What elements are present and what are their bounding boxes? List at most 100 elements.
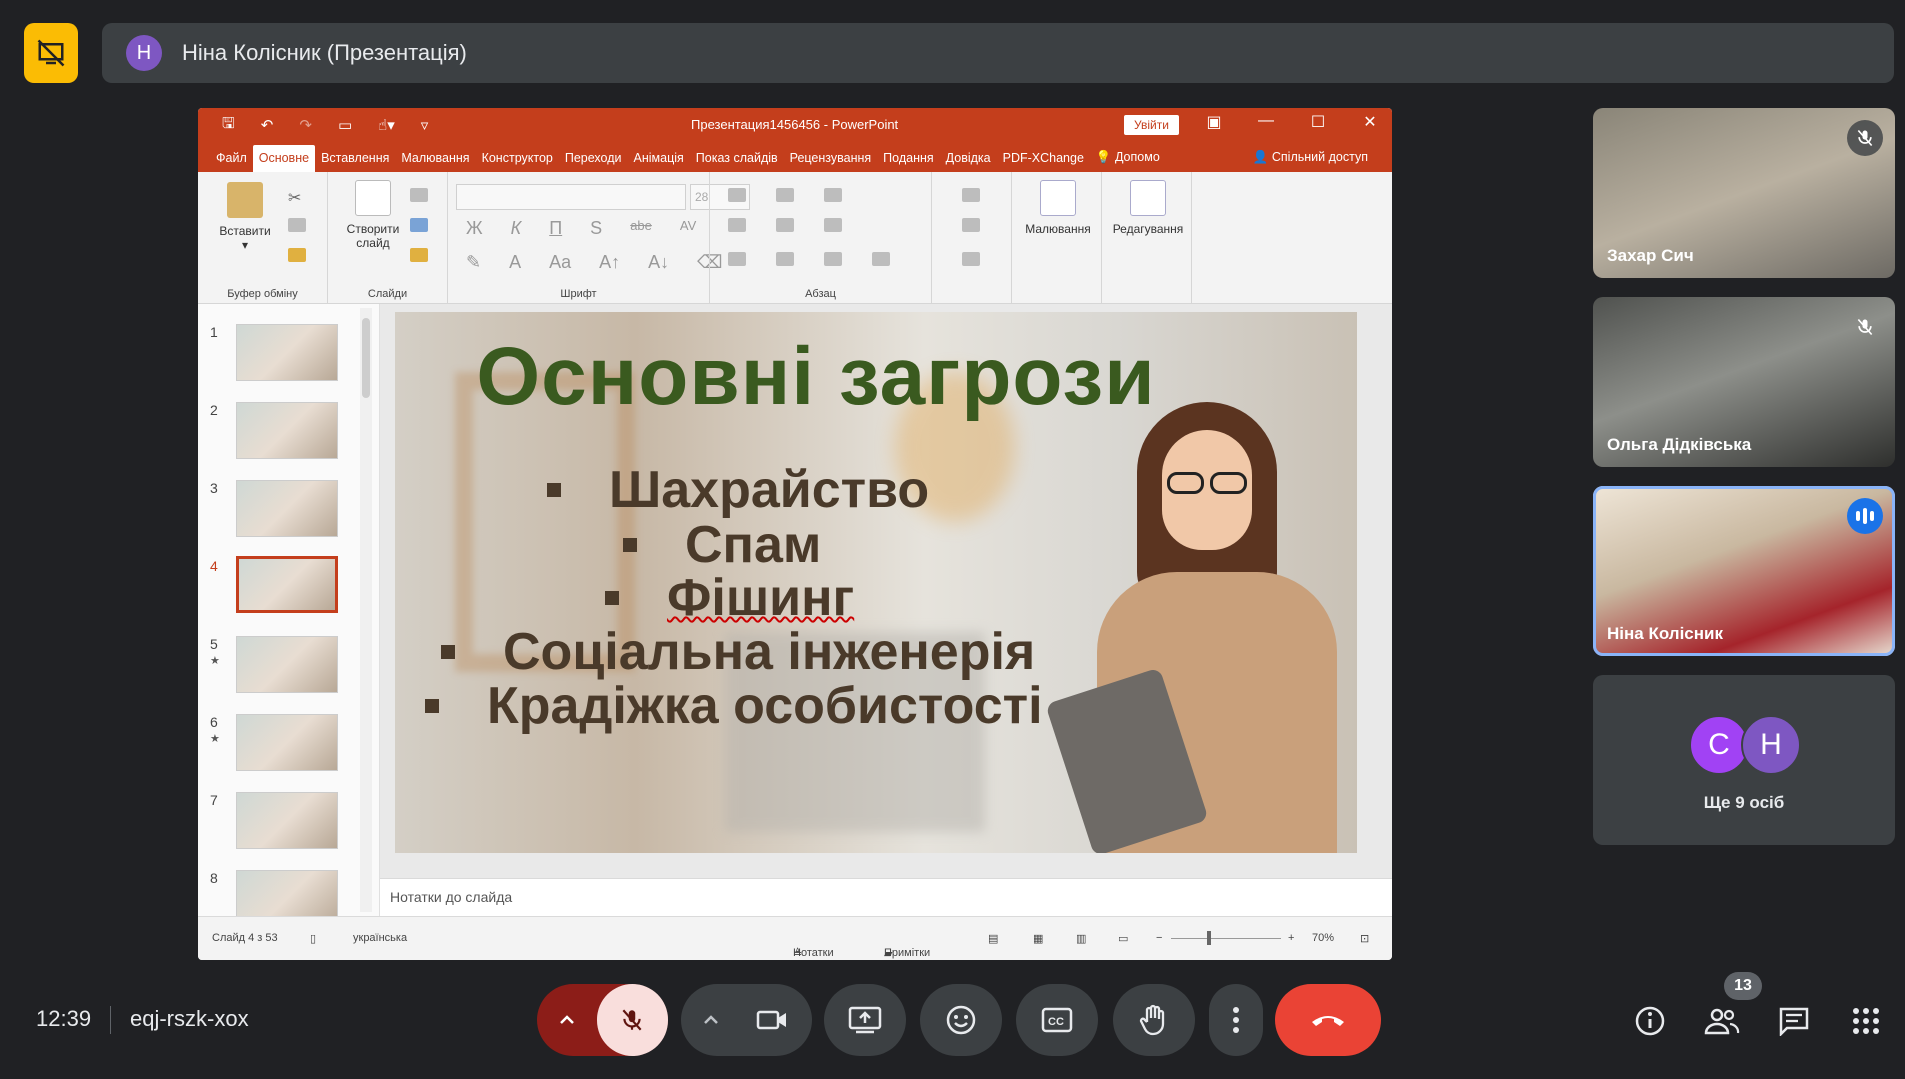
zoom-slider-thumb[interactable] [1207, 931, 1211, 945]
paste-button[interactable]: Вставити ▾ [210, 182, 280, 252]
undo-icon[interactable]: ↶ [261, 116, 274, 134]
align-center-icon[interactable] [776, 252, 794, 266]
participant-tile-active-speaker[interactable]: Ніна Колісник [1593, 486, 1895, 656]
reset-icon[interactable] [410, 218, 428, 232]
text-direction-icon[interactable] [962, 188, 980, 202]
share-button[interactable]: 👤 Спільний доступ [1253, 150, 1368, 172]
fit-slide-icon[interactable]: ⊡ [1360, 932, 1369, 945]
slide-bullet[interactable]: Крадіжка особистості [425, 676, 1043, 736]
slide-title[interactable]: Основні загрози [395, 330, 1357, 424]
touch-mode-icon[interactable]: ☝▾ [378, 116, 395, 134]
slide-bullet[interactable]: Шахрайство [547, 460, 929, 520]
tab-slideshow[interactable]: Показ слайдів [690, 151, 784, 172]
slide-thumbnail[interactable] [236, 636, 338, 693]
scroll-thumb[interactable] [362, 318, 370, 398]
slide-thumbnail-selected[interactable] [236, 556, 338, 613]
slide-thumbnail[interactable] [236, 402, 338, 459]
layout-icon[interactable] [410, 188, 428, 202]
slide-bullet[interactable]: Спам [623, 515, 821, 575]
more-options-button[interactable] [1209, 984, 1263, 1056]
tab-transitions[interactable]: Переходи [559, 151, 628, 172]
tab-animations[interactable]: Анімація [628, 151, 690, 172]
audio-options-button[interactable] [537, 1015, 597, 1025]
mic-toggle-button[interactable] [596, 984, 668, 1056]
slide-thumbnail[interactable] [236, 792, 338, 849]
raise-hand-button[interactable] [1113, 984, 1195, 1056]
save-icon[interactable]: 🖫 [222, 113, 235, 138]
slide-canvas[interactable]: Основні загрози Шахрайство Спам Фішинг С… [395, 312, 1357, 853]
leave-call-button[interactable] [1275, 984, 1381, 1056]
participant-tile[interactable]: Ольга Дідківська [1593, 297, 1895, 467]
tab-tell-me[interactable]: 💡 Допомо [1090, 150, 1166, 172]
decrease-indent-icon[interactable] [728, 218, 746, 232]
present-screen-button[interactable] [824, 984, 906, 1056]
tab-view[interactable]: Подання [877, 151, 939, 172]
redo-icon[interactable]: ↷ [299, 116, 312, 134]
more-participants-tile[interactable]: С Н Ще 9 осіб [1593, 675, 1895, 845]
login-button[interactable]: Увійти [1124, 115, 1179, 135]
smartart-icon[interactable] [962, 252, 980, 266]
notes-field[interactable]: Нотатки до слайда [380, 878, 1392, 916]
slide-thumbnail[interactable] [236, 480, 338, 537]
maximize-icon[interactable]: ☐ [1306, 112, 1330, 132]
thumbnails-scrollbar[interactable] [360, 308, 372, 912]
slide-sorter-icon[interactable]: ▦ [1033, 932, 1043, 945]
language-indicator[interactable]: українська [353, 932, 407, 944]
editing-label: Редагування [1112, 222, 1184, 236]
tab-draw[interactable]: Малювання [395, 151, 475, 172]
section-icon[interactable] [410, 248, 428, 262]
reactions-button[interactable] [920, 984, 1002, 1056]
bullets-icon[interactable] [728, 188, 746, 202]
tab-insert[interactable]: Вставлення [315, 151, 395, 172]
increase-indent-icon[interactable] [776, 218, 794, 232]
meeting-info-button[interactable] [1628, 999, 1672, 1043]
slide-bullet[interactable]: Соціальна інженерія [441, 622, 1035, 682]
align-right-icon[interactable] [824, 252, 842, 266]
zoom-slider[interactable] [1171, 938, 1281, 939]
activities-button[interactable] [1844, 999, 1888, 1043]
zoom-level[interactable]: 70% [1312, 932, 1334, 944]
close-icon[interactable]: ✕ [1358, 112, 1382, 132]
chat-button[interactable] [1772, 999, 1816, 1043]
new-slide-button[interactable]: Створити слайд [338, 180, 408, 250]
video-options-button[interactable] [686, 1015, 736, 1025]
reading-view-icon[interactable]: ▥ [1076, 932, 1086, 945]
ribbon-display-icon[interactable]: ▣ [1202, 112, 1226, 132]
camera-toggle-button[interactable] [736, 984, 808, 1056]
customize-qat-icon[interactable]: ▿ [421, 116, 429, 134]
slideshow-view-icon[interactable]: ▭ [1118, 932, 1128, 945]
tab-help[interactable]: Довідка [940, 151, 997, 172]
justify-icon[interactable] [872, 252, 890, 266]
columns-icon[interactable] [824, 218, 842, 232]
minimize-icon[interactable]: — [1254, 112, 1278, 132]
tab-review[interactable]: Рецензування [784, 151, 877, 172]
cut-icon[interactable]: ✂ [288, 188, 306, 207]
slide-bullet[interactable]: Фішинг [605, 568, 854, 628]
slide-thumbnail[interactable] [236, 870, 338, 916]
normal-view-icon[interactable]: ▤ [988, 932, 998, 945]
tab-home[interactable]: Основне [252, 145, 316, 172]
slide-thumbnail[interactable] [236, 714, 338, 771]
slideshow-icon[interactable]: ▭ [338, 116, 352, 134]
tab-pdfxchange[interactable]: PDF-XChange [997, 151, 1090, 172]
zoom-in-icon[interactable]: + [1288, 932, 1294, 944]
align-left-icon[interactable] [728, 252, 746, 266]
people-button[interactable] [1700, 999, 1744, 1043]
captions-button[interactable]: CC [1016, 984, 1098, 1056]
align-text-icon[interactable] [962, 218, 980, 232]
font-group-frame: Шрифт [448, 172, 710, 304]
zoom-out-icon[interactable]: − [1156, 932, 1162, 944]
accessibility-icon[interactable]: ▯ [310, 932, 316, 945]
line-spacing-icon[interactable] [824, 188, 842, 202]
tab-design[interactable]: Конструктор [476, 151, 559, 172]
copy-icon[interactable] [288, 218, 306, 232]
slide-thumbnail[interactable] [236, 324, 338, 381]
participant-tile[interactable]: Захар Сич [1593, 108, 1895, 278]
drawing-button[interactable]: Малювання [1020, 180, 1096, 236]
numbering-icon[interactable] [776, 188, 794, 202]
clipboard-group: Вставити ▾ ✂ Буфер обміну [198, 172, 328, 304]
presentation-icon[interactable] [24, 23, 78, 83]
format-painter-icon[interactable] [288, 248, 306, 262]
tab-file[interactable]: Файл [210, 151, 253, 172]
editing-button[interactable]: Редагування [1106, 180, 1190, 236]
